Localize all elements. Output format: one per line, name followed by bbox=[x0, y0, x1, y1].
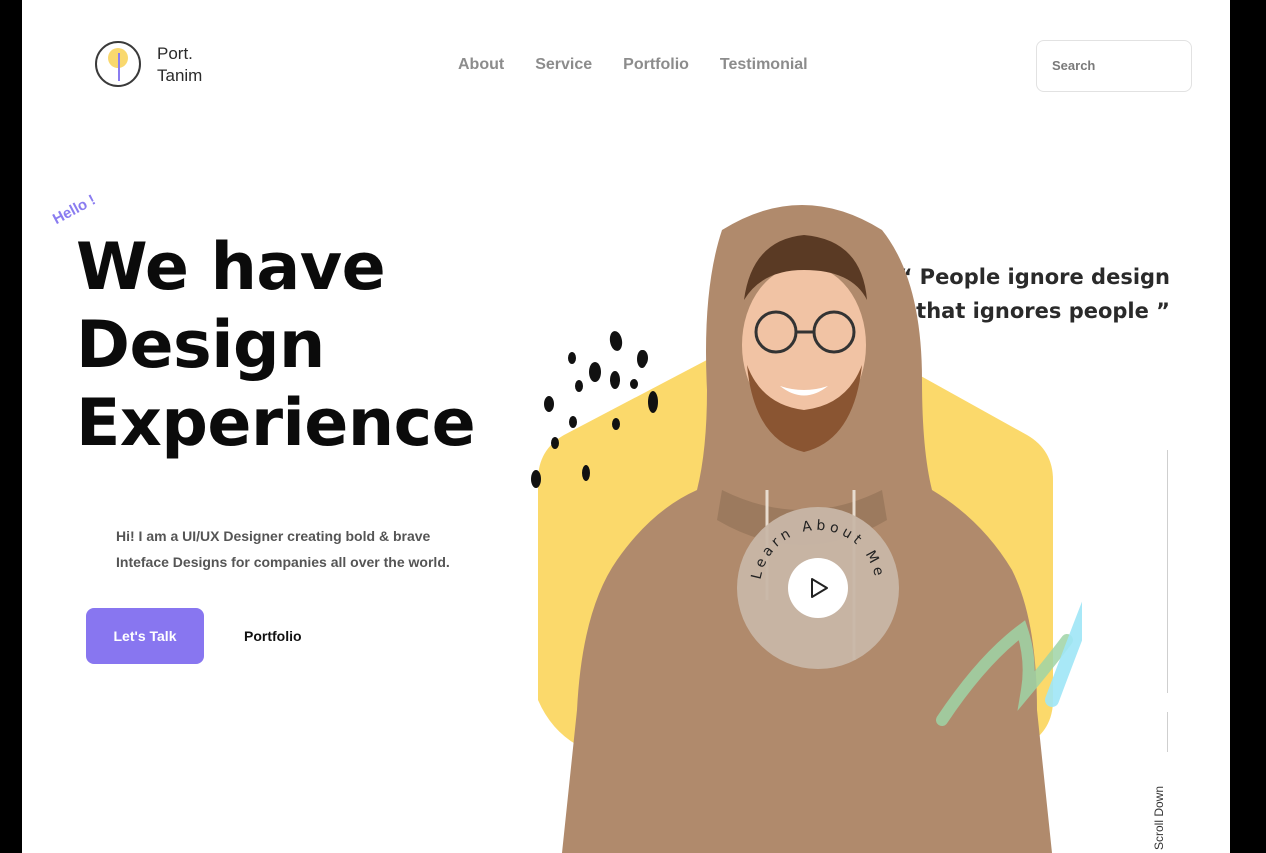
brand-name[interactable]: Port. Tanim bbox=[157, 43, 202, 87]
page: Port. Tanim About Service Portfolio Test… bbox=[22, 0, 1230, 853]
scroll-line-top bbox=[1167, 450, 1168, 693]
logo-mark-icon[interactable] bbox=[95, 41, 141, 87]
hero-headline: We have Design Experience bbox=[76, 229, 476, 463]
scroll-down-label[interactable]: Scroll Down bbox=[1152, 786, 1166, 850]
portfolio-button[interactable]: Portfolio bbox=[232, 608, 314, 664]
headline-line-2: Design bbox=[76, 308, 325, 383]
brand-line-1: Port. bbox=[157, 44, 193, 63]
search-box bbox=[1036, 40, 1192, 92]
lets-talk-button[interactable]: Let's Talk bbox=[86, 608, 204, 664]
blue-scribble bbox=[1045, 601, 1082, 707]
nav-link-testimonial[interactable]: Testimonial bbox=[720, 56, 808, 74]
play-button bbox=[788, 558, 848, 618]
hero-intro: Hi! I am a UI/UX Designer creating bold … bbox=[116, 528, 450, 570]
scroll-line-bottom bbox=[1167, 712, 1168, 752]
headline-line-1: We have bbox=[76, 230, 386, 305]
nav-link-about[interactable]: About bbox=[458, 56, 504, 74]
brand-line-2: Tanim bbox=[157, 66, 203, 85]
hero-illustration: Learn About Me bbox=[531, 205, 1082, 853]
hello-tag: Hello ! bbox=[50, 191, 99, 229]
logo-stem-shape bbox=[118, 53, 120, 81]
search-input[interactable] bbox=[1052, 58, 1172, 73]
learn-about-me-badge[interactable]: Learn About Me bbox=[737, 507, 899, 669]
headline-line-3: Experience bbox=[76, 386, 476, 461]
main-nav: About Service Portfolio Testimonial bbox=[458, 56, 839, 74]
nav-link-portfolio[interactable]: Portfolio bbox=[623, 56, 689, 74]
nav-link-service[interactable]: Service bbox=[535, 56, 592, 74]
